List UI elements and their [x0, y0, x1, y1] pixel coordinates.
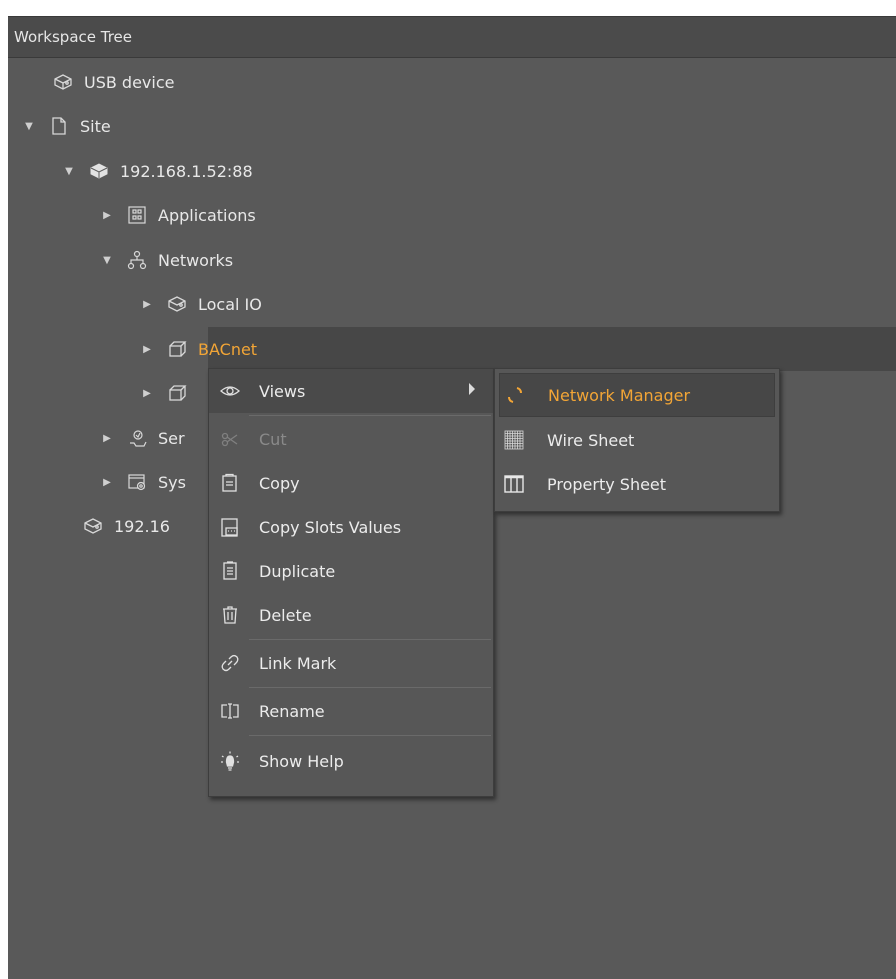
tree-node-label: 192.16	[114, 516, 170, 536]
menu-item-label: Link Mark	[259, 653, 337, 673]
columns-icon	[503, 473, 525, 495]
tree-node-site[interactable]: ▼ Site	[22, 104, 111, 148]
menu-item-label: Delete	[259, 605, 312, 625]
tree-node-host[interactable]: ▼ 192.168.1.52:88	[62, 149, 253, 193]
workspace-tree-panel: Workspace Tree USB device ▼ Site ▼ 192.1…	[8, 16, 896, 979]
caret-right-icon[interactable]: ▶	[100, 433, 114, 444]
tree-node-system[interactable]: ▶ Sys	[100, 460, 186, 504]
submenu-item-wire-sheet[interactable]: Wire Sheet	[495, 418, 779, 462]
caret-down-icon[interactable]: ▼	[100, 255, 114, 266]
copy-values-icon	[219, 516, 241, 538]
spinner-icon	[504, 384, 526, 406]
menu-item-cut[interactable]: Cut	[209, 417, 493, 461]
tree-node-second-host[interactable]: 192.16	[82, 504, 170, 548]
menu-item-label: Copy Slots Values	[259, 517, 402, 537]
menu-item-label: Duplicate	[259, 561, 336, 581]
network-icon	[126, 249, 148, 271]
submenu-item-label: Property Sheet	[547, 474, 667, 494]
duplicate-icon	[219, 560, 241, 582]
tree-node-networks[interactable]: ▼ Networks	[100, 238, 233, 282]
context-menu: Views Cut Copy Copy Slots Values Duplica…	[208, 368, 494, 797]
tree-node-label: 192.168.1.52:88	[120, 161, 253, 181]
lightbulb-icon	[219, 750, 241, 772]
device-box-icon	[82, 515, 104, 537]
panel-header: Workspace Tree	[8, 16, 896, 58]
copy-icon	[219, 472, 241, 494]
menu-separator	[249, 639, 491, 640]
menu-item-label: Views	[259, 381, 306, 401]
menu-item-duplicate[interactable]: Duplicate	[209, 549, 493, 593]
tree-node-label: Networks	[158, 250, 234, 270]
tree-node-usb-device[interactable]: USB device	[52, 60, 174, 104]
trash-icon	[219, 604, 241, 626]
scissors-icon	[219, 428, 241, 450]
document-icon	[48, 115, 70, 137]
tree-node-applications[interactable]: ▶ Applications	[100, 193, 256, 237]
system-settings-icon	[126, 471, 148, 493]
eye-icon	[219, 380, 241, 402]
tree-node-label: Local IO	[198, 294, 262, 314]
submenu-item-network-manager[interactable]: Network Manager	[499, 373, 775, 417]
device-box-icon	[166, 293, 188, 315]
rename-icon	[219, 700, 241, 722]
caret-right-icon[interactable]: ▶	[100, 210, 114, 221]
grid-icon	[503, 429, 525, 451]
caret-down-icon[interactable]: ▼	[62, 166, 76, 177]
tree-node-label: Sys	[158, 472, 186, 492]
views-submenu: Network Manager Wire Sheet Property Shee…	[494, 368, 780, 512]
menu-separator	[249, 735, 491, 736]
tree-node-local-io[interactable]: ▶ Local IO	[140, 282, 262, 326]
caret-right-icon[interactable]: ▶	[100, 477, 114, 488]
caret-right-icon[interactable]: ▶	[140, 344, 154, 355]
menu-item-show-help[interactable]: Show Help	[209, 739, 493, 783]
caret-right-icon[interactable]: ▶	[140, 299, 154, 310]
applications-icon	[126, 204, 148, 226]
link-icon	[219, 652, 241, 674]
device-box-icon	[52, 71, 74, 93]
caret-down-icon[interactable]: ▼	[22, 121, 36, 132]
tree-node-label: USB device	[84, 72, 175, 92]
device-connected-icon	[88, 160, 110, 182]
menu-item-copy-slots-values[interactable]: Copy Slots Values	[209, 505, 493, 549]
submenu-item-property-sheet[interactable]: Property Sheet	[495, 462, 779, 506]
tree-node-bacnet[interactable]: ▶ BACnet	[140, 327, 257, 371]
selected-row-highlight	[208, 327, 896, 371]
menu-item-delete[interactable]: Delete	[209, 593, 493, 637]
caret-right-icon[interactable]: ▶	[140, 388, 154, 399]
network-box-icon	[166, 338, 188, 360]
network-box-icon	[166, 382, 188, 404]
tree-node-label: Ser	[158, 428, 185, 448]
tree-node-label: Applications	[158, 205, 256, 225]
tree-node-label: Site	[80, 116, 111, 136]
submenu-item-label: Wire Sheet	[547, 430, 635, 450]
menu-item-copy[interactable]: Copy	[209, 461, 493, 505]
menu-item-label: Copy	[259, 473, 300, 493]
app-root: Workspace Tree USB device ▼ Site ▼ 192.1…	[0, 0, 896, 979]
menu-item-label: Cut	[259, 429, 287, 449]
tree-node-services[interactable]: ▶ Ser	[100, 416, 185, 460]
submenu-item-label: Network Manager	[548, 385, 691, 405]
menu-item-views[interactable]: Views	[209, 369, 493, 413]
menu-separator	[249, 687, 491, 688]
menu-item-label: Show Help	[259, 751, 344, 771]
tree-node-label: BACnet	[198, 339, 258, 359]
panel-title: Workspace Tree	[14, 28, 133, 46]
menu-item-label: Rename	[259, 701, 325, 721]
menu-separator	[249, 415, 491, 416]
menu-item-rename[interactable]: Rename	[209, 689, 493, 733]
submenu-arrow-icon	[469, 383, 475, 395]
tree-node-network-hidden[interactable]: ▶	[140, 371, 198, 415]
services-icon	[126, 427, 148, 449]
menu-item-link-mark[interactable]: Link Mark	[209, 641, 493, 685]
